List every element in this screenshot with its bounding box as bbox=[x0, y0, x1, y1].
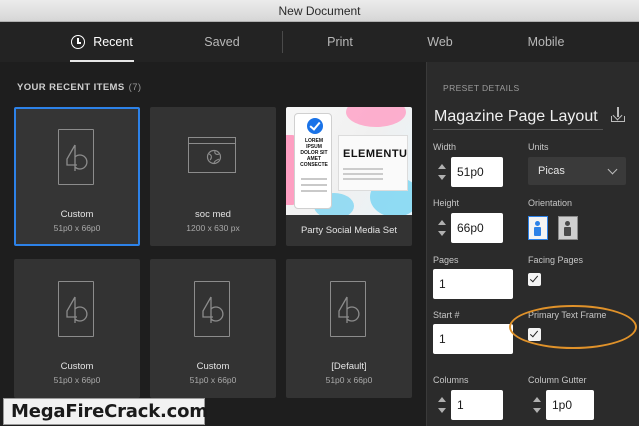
phone-mockup: LOREM IPSUM DOLOR SIT AMET CONSECTE bbox=[294, 113, 332, 209]
columns-input[interactable]: 1 bbox=[451, 390, 503, 420]
tab-recent-label: Recent bbox=[93, 35, 133, 49]
recent-items-header: YOUR RECENT ITEMS (7) bbox=[17, 82, 141, 93]
portrait-icon bbox=[535, 221, 540, 226]
height-input[interactable]: 66p0 bbox=[451, 213, 503, 243]
preset-details-panel: PRESET DETAILS Magazine Page Layout Widt… bbox=[426, 62, 639, 426]
poster-mockup: ELEMENTU bbox=[338, 135, 408, 191]
tab-bar: Recent Saved Print Web Mobile bbox=[0, 22, 639, 62]
recent-items-panel: YOUR RECENT ITEMS (7) Custom 51p0 x 66p0 … bbox=[0, 62, 426, 426]
width-input[interactable]: 51p0 bbox=[451, 157, 503, 187]
stepper-down-icon bbox=[438, 408, 446, 413]
tab-print-label: Print bbox=[327, 35, 353, 49]
preset-name-field[interactable]: Magazine Page Layout bbox=[433, 104, 603, 130]
width-label: Width bbox=[433, 142, 457, 152]
document-icon bbox=[330, 281, 366, 337]
window-title: New Document bbox=[278, 3, 361, 18]
stepper-up-icon bbox=[438, 164, 446, 169]
units-label: Units bbox=[528, 142, 549, 152]
recent-item-soc-med[interactable]: soc med 1200 x 630 px bbox=[150, 107, 276, 246]
document-icon bbox=[194, 281, 230, 337]
recent-item-label: Party Social Media Set bbox=[300, 225, 398, 236]
tab-recent[interactable]: Recent bbox=[66, 22, 138, 62]
recent-item-party-social-media-set[interactable]: LOREM IPSUM DOLOR SIT AMET CONSECTE ELEM… bbox=[286, 107, 412, 246]
tab-mobile-label: Mobile bbox=[527, 35, 565, 49]
start-page-label: Start # bbox=[433, 310, 460, 320]
orientation-label: Orientation bbox=[528, 198, 573, 208]
tab-mobile[interactable]: Mobile bbox=[514, 22, 578, 62]
preset-details-header: PRESET DETAILS bbox=[443, 83, 520, 93]
stepper-down-icon bbox=[438, 175, 446, 180]
recent-item-size: 51p0 x 66p0 bbox=[53, 375, 101, 385]
columns-stepper[interactable] bbox=[435, 390, 449, 420]
pages-input[interactable]: 1 bbox=[433, 269, 513, 299]
recent-item-label: Custom bbox=[196, 361, 230, 372]
facing-pages-label: Facing Pages bbox=[528, 255, 584, 265]
column-gutter-input[interactable]: 1p0 bbox=[546, 390, 594, 420]
recent-item-label: Custom bbox=[60, 361, 94, 372]
columns-label: Columns bbox=[433, 375, 469, 385]
column-gutter-stepper[interactable] bbox=[530, 390, 544, 420]
recent-item-size: 51p0 x 66p0 bbox=[189, 375, 237, 385]
annotation-highlight-ellipse bbox=[509, 305, 637, 349]
tab-web-label: Web bbox=[427, 35, 453, 49]
recent-item-size: 51p0 x 66p0 bbox=[53, 223, 101, 233]
poster-mockup-text: ELEMENTU bbox=[343, 148, 408, 160]
watermark: MegaFireCrack.com bbox=[3, 398, 208, 425]
tab-web[interactable]: Web bbox=[412, 22, 468, 62]
height-stepper[interactable] bbox=[435, 213, 449, 243]
recent-items-count: (7) bbox=[128, 82, 142, 93]
recent-item-custom-3[interactable]: Custom 51p0 x 66p0 bbox=[150, 259, 276, 398]
landscape-orientation-button[interactable] bbox=[558, 216, 578, 240]
start-page-input[interactable]: 1 bbox=[433, 324, 513, 354]
recent-item-default[interactable]: [Default] 51p0 x 66p0 bbox=[286, 259, 412, 398]
title-bar: New Document bbox=[0, 0, 639, 22]
document-icon bbox=[58, 281, 94, 337]
recent-item-size: 1200 x 630 px bbox=[186, 223, 240, 233]
width-stepper[interactable] bbox=[435, 157, 449, 187]
save-preset-button[interactable] bbox=[609, 106, 627, 124]
web-icon bbox=[188, 137, 236, 173]
recent-item-custom-1[interactable]: Custom 51p0 x 66p0 bbox=[14, 107, 140, 246]
recent-item-custom-2[interactable]: Custom 51p0 x 66p0 bbox=[14, 259, 140, 398]
check-badge-icon bbox=[307, 118, 323, 134]
units-select-value: Picas bbox=[538, 165, 565, 177]
recent-item-size: 51p0 x 66p0 bbox=[325, 375, 373, 385]
phone-mockup-text: LOREM IPSUM DOLOR SIT AMET CONSECTE bbox=[300, 138, 328, 168]
document-icon bbox=[58, 129, 94, 185]
watermark-text: MegaFireCrack.com bbox=[11, 401, 208, 422]
column-gutter-label: Column Gutter bbox=[528, 375, 587, 385]
recent-item-label: soc med bbox=[195, 209, 231, 220]
stepper-up-icon bbox=[438, 220, 446, 225]
stepper-up-icon bbox=[533, 397, 541, 402]
stepper-down-icon bbox=[438, 231, 446, 236]
tab-divider bbox=[282, 31, 283, 53]
height-label: Height bbox=[433, 198, 460, 208]
stepper-up-icon bbox=[438, 397, 446, 402]
clock-icon bbox=[71, 35, 86, 49]
tab-saved[interactable]: Saved bbox=[190, 22, 254, 62]
chevron-down-icon bbox=[607, 164, 618, 175]
tab-saved-label: Saved bbox=[204, 35, 240, 49]
units-select[interactable]: Picas bbox=[528, 157, 626, 185]
facing-pages-checkbox[interactable] bbox=[528, 273, 541, 286]
template-thumbnail: LOREM IPSUM DOLOR SIT AMET CONSECTE ELEM… bbox=[286, 107, 412, 215]
recent-item-label: [Default] bbox=[331, 361, 367, 372]
stepper-down-icon bbox=[533, 408, 541, 413]
pages-label: Pages bbox=[433, 255, 459, 265]
portrait-orientation-button[interactable] bbox=[528, 216, 548, 240]
recent-item-label: Custom bbox=[60, 209, 94, 220]
tab-print[interactable]: Print bbox=[310, 22, 370, 62]
recent-items-title: YOUR RECENT ITEMS bbox=[17, 82, 125, 93]
landscape-icon bbox=[565, 221, 570, 226]
